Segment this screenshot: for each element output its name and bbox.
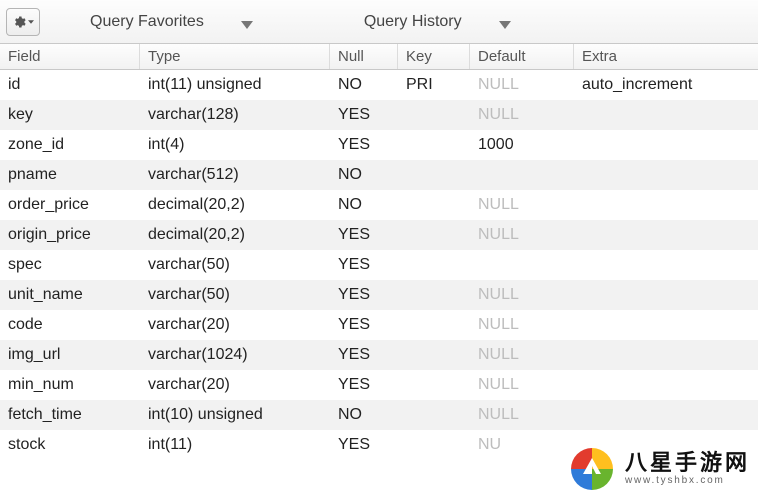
chevron-down-icon: [28, 19, 34, 25]
cell[interactable]: YES: [330, 226, 398, 244]
cell[interactable]: min_num: [0, 376, 140, 394]
watermark-url: www.tyshbx.com: [625, 476, 750, 487]
query-favorites-tab[interactable]: Query Favorites: [90, 13, 254, 31]
table-row[interactable]: idint(11) unsignedNOPRINULLauto_incremen…: [0, 70, 758, 100]
cell[interactable]: NO: [330, 196, 398, 214]
cell[interactable]: int(4): [140, 136, 330, 154]
cell[interactable]: PRI: [398, 76, 470, 94]
cell[interactable]: varchar(50): [140, 286, 330, 304]
cell[interactable]: key: [0, 106, 140, 124]
cell[interactable]: NU: [470, 436, 574, 454]
cell[interactable]: NO: [330, 76, 398, 94]
table-row[interactable]: stockint(11)YES NU: [0, 430, 758, 460]
table-row[interactable]: order_pricedecimal(20,2)NO NULL: [0, 190, 758, 220]
column-header-key[interactable]: Key: [398, 44, 470, 69]
table-body: idint(11) unsignedNOPRINULLauto_incremen…: [0, 70, 758, 460]
cell[interactable]: int(11) unsigned: [140, 76, 330, 94]
table-header: Field Type Null Key Default Extra: [0, 44, 758, 70]
cell[interactable]: NULL: [470, 76, 574, 94]
cell[interactable]: YES: [330, 436, 398, 454]
table-row[interactable]: specvarchar(50)YES: [0, 250, 758, 280]
cell[interactable]: NULL: [470, 376, 574, 394]
cell[interactable]: varchar(20): [140, 376, 330, 394]
cell[interactable]: varchar(128): [140, 106, 330, 124]
gear-icon: [12, 15, 26, 29]
gear-button[interactable]: [6, 8, 40, 36]
cell[interactable]: auto_increment: [574, 76, 758, 94]
cell[interactable]: NULL: [470, 196, 574, 214]
column-header-default[interactable]: Default: [470, 44, 574, 69]
table-row[interactable]: pnamevarchar(512)NO: [0, 160, 758, 190]
column-header-field[interactable]: Field: [0, 44, 140, 69]
cell[interactable]: varchar(50): [140, 256, 330, 274]
chevron-down-icon: [498, 17, 512, 27]
cell[interactable]: NO: [330, 166, 398, 184]
cell[interactable]: decimal(20,2): [140, 196, 330, 214]
cell[interactable]: YES: [330, 346, 398, 364]
cell[interactable]: img_url: [0, 346, 140, 364]
cell[interactable]: code: [0, 316, 140, 334]
column-header-null[interactable]: Null: [330, 44, 398, 69]
toolbar: Query Favorites Query History: [0, 0, 758, 44]
cell[interactable]: NULL: [470, 106, 574, 124]
cell[interactable]: origin_price: [0, 226, 140, 244]
column-header-extra[interactable]: Extra: [574, 44, 758, 69]
cell[interactable]: zone_id: [0, 136, 140, 154]
cell[interactable]: YES: [330, 136, 398, 154]
cell[interactable]: order_price: [0, 196, 140, 214]
cell[interactable]: NULL: [470, 286, 574, 304]
table-row[interactable]: min_numvarchar(20)YES NULL: [0, 370, 758, 400]
table-row[interactable]: codevarchar(20)YES NULL: [0, 310, 758, 340]
table-row[interactable]: fetch_timeint(10) unsignedNO NULL: [0, 400, 758, 430]
cell[interactable]: varchar(1024): [140, 346, 330, 364]
cell[interactable]: NO: [330, 406, 398, 424]
cell[interactable]: 1000: [470, 136, 574, 154]
cell[interactable]: varchar(20): [140, 316, 330, 334]
cell[interactable]: NULL: [470, 226, 574, 244]
table-row[interactable]: origin_pricedecimal(20,2)YES NULL: [0, 220, 758, 250]
query-history-tab[interactable]: Query History: [364, 13, 512, 31]
cell[interactable]: pname: [0, 166, 140, 184]
cell[interactable]: spec: [0, 256, 140, 274]
query-history-label: Query History: [364, 13, 462, 31]
cell[interactable]: YES: [330, 286, 398, 304]
table-row[interactable]: img_urlvarchar(1024)YES NULL: [0, 340, 758, 370]
cell[interactable]: YES: [330, 316, 398, 334]
cell[interactable]: YES: [330, 256, 398, 274]
cell[interactable]: YES: [330, 106, 398, 124]
cell[interactable]: int(11): [140, 436, 330, 454]
cell[interactable]: NULL: [470, 316, 574, 334]
cell[interactable]: YES: [330, 376, 398, 394]
cell[interactable]: varchar(512): [140, 166, 330, 184]
cell[interactable]: NULL: [470, 406, 574, 424]
query-favorites-label: Query Favorites: [90, 13, 204, 31]
cell[interactable]: decimal(20,2): [140, 226, 330, 244]
table-row[interactable]: keyvarchar(128)YES NULL: [0, 100, 758, 130]
dots-icon: [522, 480, 536, 494]
table-row[interactable]: zone_idint(4)YES 1000: [0, 130, 758, 160]
cell[interactable]: int(10) unsigned: [140, 406, 330, 424]
cell[interactable]: stock: [0, 436, 140, 454]
table-row[interactable]: unit_namevarchar(50)YES NULL: [0, 280, 758, 310]
cell[interactable]: NULL: [470, 346, 574, 364]
chevron-down-icon: [240, 17, 254, 27]
column-header-type[interactable]: Type: [140, 44, 330, 69]
cell[interactable]: id: [0, 76, 140, 94]
cell[interactable]: fetch_time: [0, 406, 140, 424]
cell[interactable]: unit_name: [0, 286, 140, 304]
